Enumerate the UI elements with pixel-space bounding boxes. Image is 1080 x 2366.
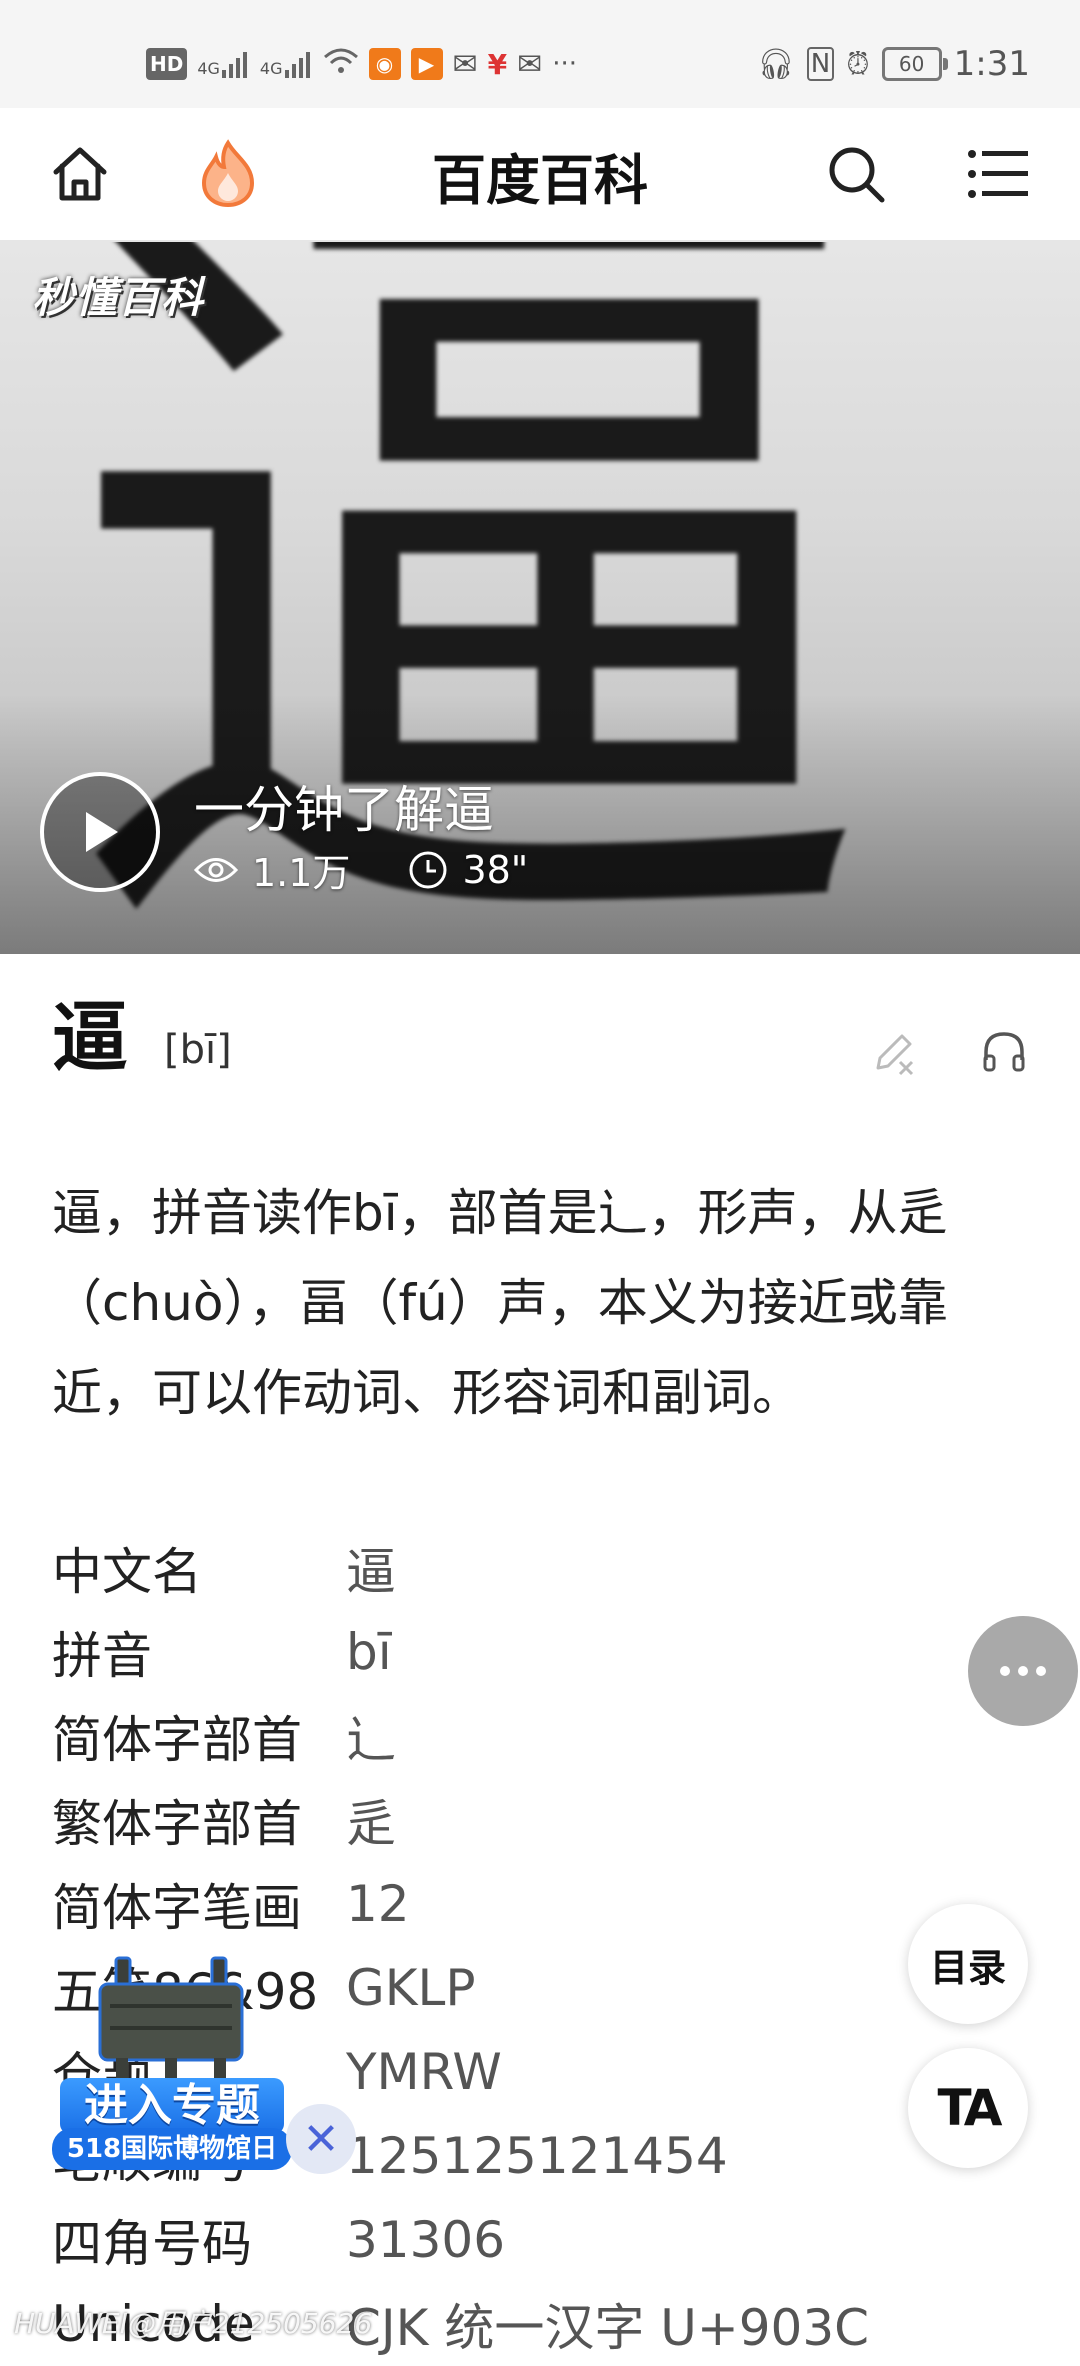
info-key: 简体字部首 [52, 1711, 302, 1769]
info-value: 辶 [346, 1711, 396, 1769]
info-row: 简体字部首辶 [52, 1694, 1012, 1778]
video-gradient-overlay [0, 694, 1080, 954]
top-nav-bar: 百度百科 [0, 108, 1080, 242]
info-value: 12 [346, 1875, 410, 1933]
info-value: 逼 [346, 1543, 396, 1601]
signal-4g-icon: 4G [197, 50, 250, 78]
promo-title: 进入专题 [60, 2078, 284, 2134]
play-button[interactable] [40, 772, 160, 892]
video-player[interactable]: 逼 秒懂百科 一分钟了解逼 1.1万 38" [0, 242, 1080, 954]
info-key: 繁体字部首 [52, 1795, 302, 1853]
info-row: 繁体字部首辵 [52, 1778, 1012, 1862]
edit-button[interactable] [864, 1022, 924, 1082]
battery-icon: 60 [881, 47, 948, 81]
search-button[interactable] [816, 134, 896, 214]
promo-close-button[interactable]: ✕ [286, 2104, 356, 2174]
info-value: GKLP [346, 1959, 476, 2017]
dot [1036, 1666, 1046, 1676]
hd-icon: HD [146, 48, 188, 80]
headphones-icon [983, 1032, 1025, 1072]
info-value: bī [346, 1623, 392, 1681]
entry-summary: 逼，拼音读作bī，部首是辶，形声，从辵（chuò），畐（fú）声，本义为接近或靠… [52, 1184, 948, 1422]
info-row: 拼音 bī [52, 1610, 1012, 1694]
app-video-icon: ▶ [410, 48, 443, 80]
info-key: 拼音 [52, 1627, 152, 1685]
status-right-icons: 🎧︎ N ⏰︎ 60 1:31 [757, 44, 1030, 84]
more-dots-icon: ··· [552, 49, 578, 79]
clock-time: 1:31 [953, 44, 1030, 84]
status-left-icons: HD 4G 4G ◉ ▶ ✉ ¥ ✉ ··· [146, 44, 577, 84]
entry-title: 逼 [52, 993, 128, 1082]
page-title: 百度百科 [432, 149, 648, 212]
info-row: 四角号码 31306 [52, 2198, 1012, 2282]
video-meta: 1.1万 38" [194, 842, 528, 897]
promo-subtitle: 518国际博物馆日 [52, 2128, 292, 2170]
info-value: 31306 [346, 2211, 506, 2269]
alarm-icon: ⏰︎ [846, 46, 870, 82]
video-duration: 38" [462, 847, 529, 892]
search-icon [829, 147, 885, 203]
dot [1000, 1666, 1010, 1676]
wifi-icon [323, 47, 359, 82]
dot [1018, 1666, 1028, 1676]
mail-icon: ✉ [517, 46, 543, 82]
table-of-contents-button[interactable]: 目录 [908, 1904, 1028, 2024]
promo-banner[interactable]: 进入专题 518国际博物馆日 [52, 1930, 292, 2170]
info-key: 四角号码 [52, 2215, 252, 2273]
view-count: 1.1万 [252, 851, 351, 895]
info-value: CJK 统一汉字 U+903C [346, 2299, 870, 2357]
eye-icon [194, 857, 238, 882]
listen-button[interactable] [974, 1022, 1034, 1082]
device-watermark: HUAWEI@用户212505626 [14, 2307, 373, 2340]
info-value: 125125121454 [346, 2127, 728, 2185]
edit-pencil-icon [876, 1034, 914, 1076]
info-key: 中文名 [52, 1543, 202, 1601]
clock-icon [409, 851, 447, 888]
entry-heading: 逼 [bī] [52, 1000, 232, 1076]
headphones-icon: 🎧︎ [756, 46, 795, 82]
nfc-icon: N [806, 47, 835, 81]
ta-button[interactable]: TA [908, 2048, 1028, 2168]
app-orange-icon: ◉ [368, 48, 401, 80]
video-title: 一分钟了解逼 [194, 781, 494, 839]
signal-4g-icon: 4G [260, 50, 313, 78]
mail-icon: ✉ [452, 46, 478, 82]
menu-button[interactable] [958, 134, 1038, 214]
status-bar: HD 4G 4G ◉ ▶ ✉ ¥ ✉ ··· 🎧︎ N ⏰︎ 60 1:31 [0, 0, 1080, 108]
info-value: 辵 [346, 1795, 396, 1853]
list-menu-icon [968, 150, 1028, 198]
play-icon [86, 812, 118, 852]
info-value: YMRW [346, 2043, 502, 2101]
video-logo: 秒懂百科 [32, 273, 205, 322]
info-row: 中文名 逼 [52, 1526, 1012, 1610]
entry-pinyin: [bī] [164, 1027, 232, 1073]
close-icon: ✕ [302, 2113, 340, 2165]
more-options-button[interactable] [968, 1616, 1078, 1726]
yuan-icon: ¥ [487, 47, 508, 81]
